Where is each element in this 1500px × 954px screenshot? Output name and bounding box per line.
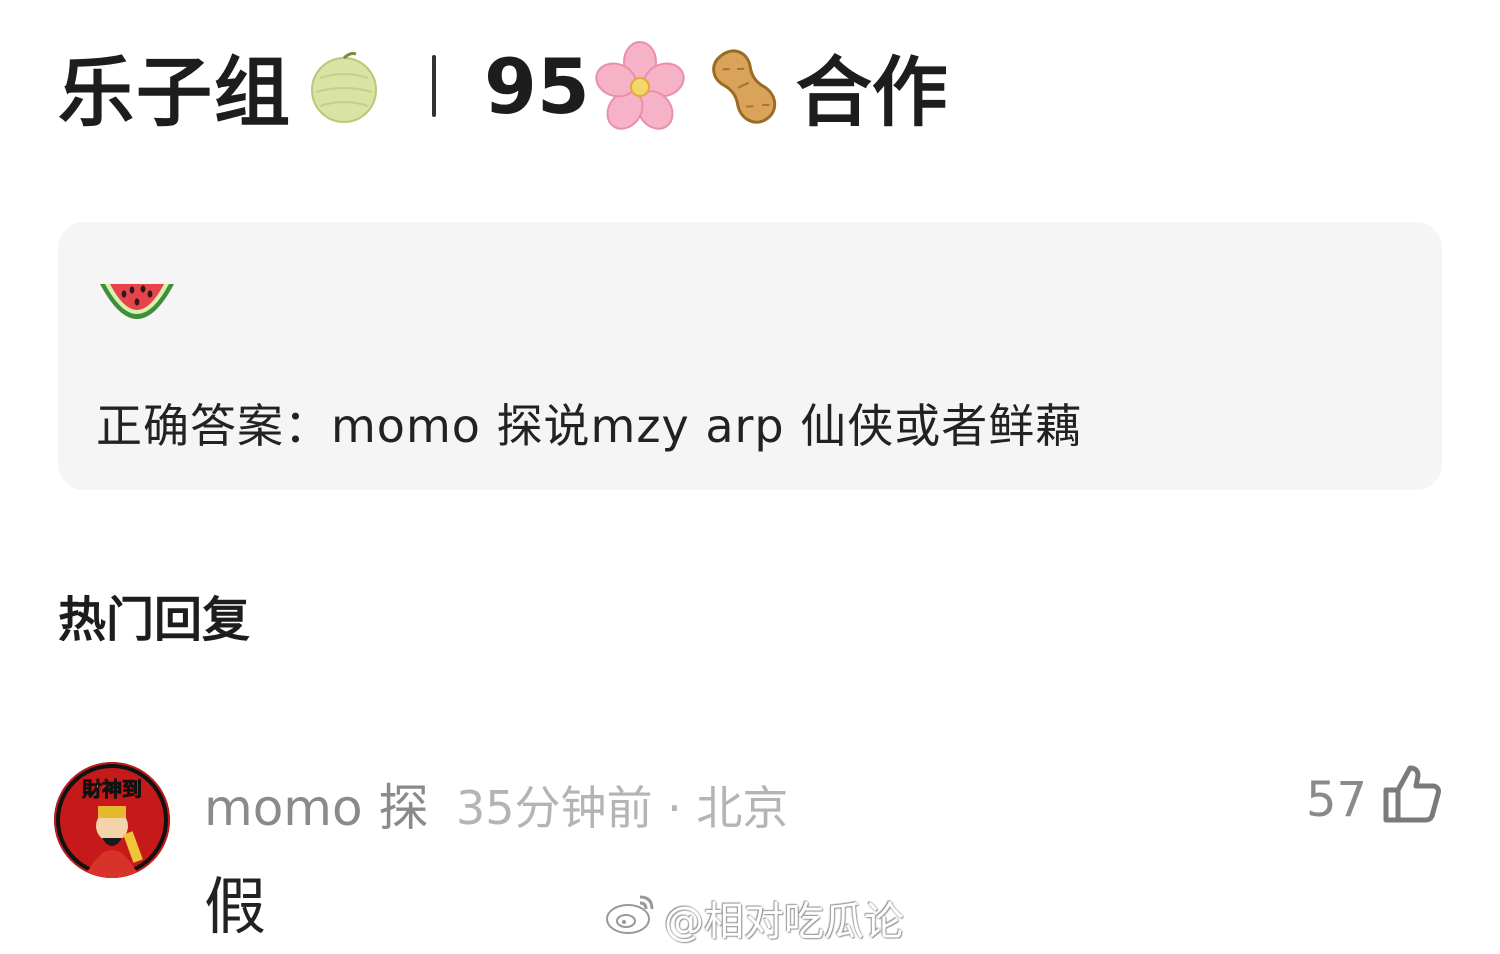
answer-text: 正确答案：momo 探说mzy arp 仙侠或者鲜藕	[96, 399, 1083, 453]
answer-card: 正确答案：momo 探说mzy arp 仙侠或者鲜藕	[58, 222, 1442, 490]
avatar-text: 財神到	[82, 777, 142, 801]
avatar[interactable]: 財神到	[54, 762, 170, 878]
cherry-blossom-icon	[594, 40, 686, 132]
post-title: 乐子组 95 合作	[58, 36, 948, 137]
reply-text: 假	[204, 870, 267, 943]
hot-replies-heading: 热门回复	[58, 592, 251, 648]
melon-icon	[306, 48, 382, 124]
title-divider	[432, 55, 436, 117]
peanut-icon	[698, 40, 790, 132]
post-title-left: 乐子组	[58, 48, 292, 137]
post-title-right: 合作	[795, 48, 948, 137]
weibo-logo-icon	[604, 891, 658, 945]
like-count: 57	[1306, 772, 1368, 828]
watermark: @相对吃瓜论	[604, 891, 904, 945]
thumbs-up-icon[interactable]	[1380, 762, 1444, 830]
reply-username[interactable]: momo 探	[204, 768, 429, 840]
reply-meta: 35分钟前 · 北京	[456, 781, 789, 835]
post-title-number: 95	[484, 41, 590, 131]
watermark-text: @相对吃瓜论	[664, 899, 904, 945]
watermelon-icon	[96, 276, 178, 346]
